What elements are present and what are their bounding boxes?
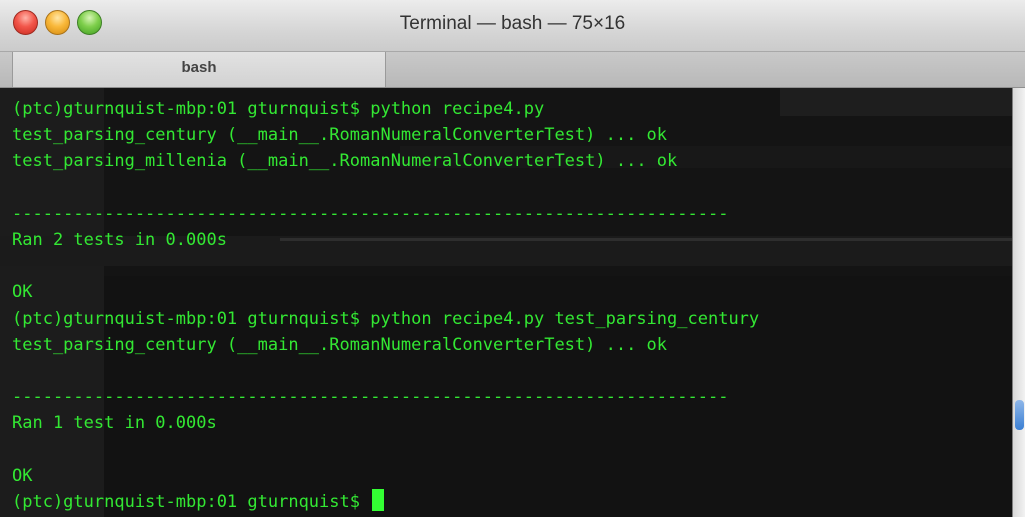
window-title: Terminal — bash — 75×16	[399, 13, 626, 34]
tab-bar: bash	[0, 52, 1025, 88]
terminal-line: test_parsing_century (__main__.RomanNume…	[12, 125, 668, 146]
terminal-line: (ptc)gturnquist-mbp:01 gturnquist$ pytho…	[12, 308, 760, 329]
prompt-text: (ptc)gturnquist-mbp:01 gturnquist$	[12, 491, 371, 512]
terminal-line: OK	[12, 282, 33, 303]
tab-bash[interactable]: bash	[12, 52, 386, 87]
terminal-line: Ran 2 tests in 0.000s	[12, 229, 227, 250]
terminal-output-area[interactable]: (ptc)gturnquist-mbp:01 gturnquist$ pytho…	[0, 88, 1012, 517]
terminal-line: test_parsing_millenia (__main__.RomanNum…	[12, 151, 678, 172]
tab-label: bash	[181, 59, 217, 76]
terminal-lines: (ptc)gturnquist-mbp:01 gturnquist$ pytho…	[12, 96, 1012, 515]
terminal-line: OK	[12, 465, 33, 486]
terminal-line: (ptc)gturnquist-mbp:01 gturnquist$ pytho…	[12, 99, 545, 119]
terminal-line: test_parsing_century (__main__.RomanNume…	[12, 334, 668, 355]
terminal-line: ----------------------------------------…	[12, 203, 729, 224]
terminal-line: Ran 1 test in 0.000s	[12, 413, 217, 434]
text-cursor	[372, 488, 385, 511]
vertical-scrollbar[interactable]	[1012, 88, 1025, 517]
title-bar[interactable]: Terminal — bash — 75×16	[0, 0, 1025, 52]
prompt-line[interactable]: (ptc)gturnquist-mbp:01 gturnquist$	[12, 488, 1012, 515]
terminal-window: Terminal — bash — 75×16 bash (ptc)gturnq…	[0, 0, 1025, 517]
scrollbar-thumb[interactable]	[1015, 400, 1024, 430]
terminal-line: ----------------------------------------…	[12, 387, 729, 408]
